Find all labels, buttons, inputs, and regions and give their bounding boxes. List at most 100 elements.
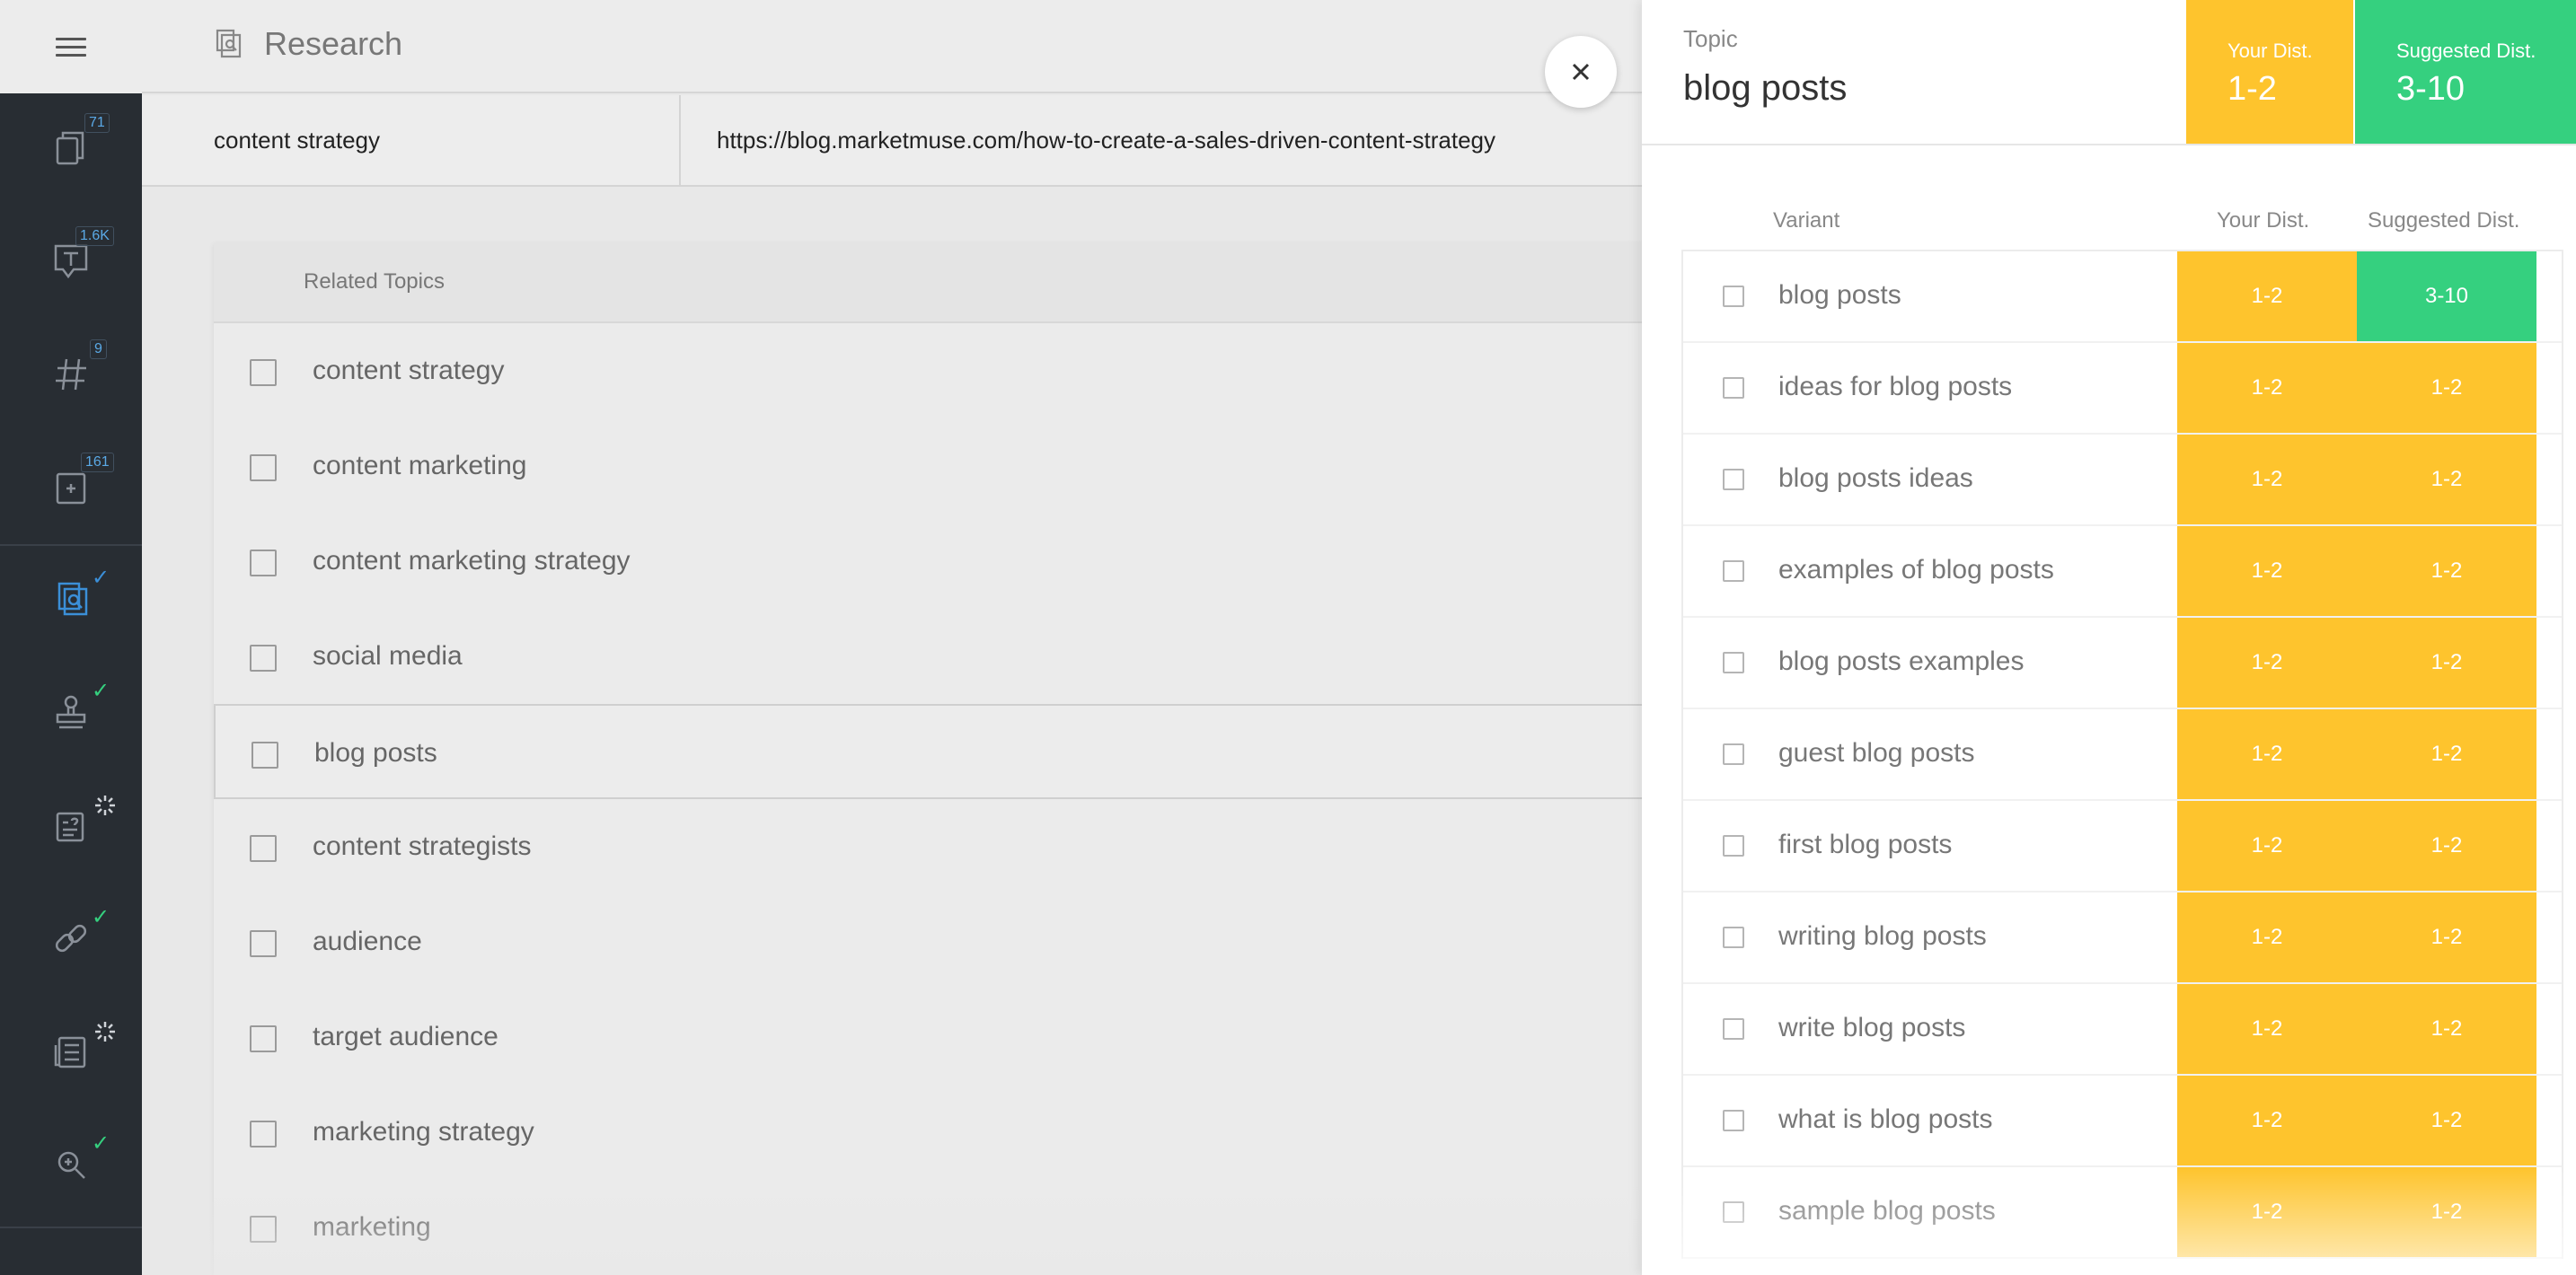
stamp-status-check: ✓ bbox=[92, 679, 110, 703]
variant-label: ideas for blog posts bbox=[1778, 372, 2013, 401]
variant-label: blog posts bbox=[1778, 280, 1901, 310]
topic-row[interactable]: blog posts bbox=[214, 704, 1651, 799]
variant-checkbox[interactable] bbox=[1723, 927, 1744, 948]
topic-row[interactable]: content strategy bbox=[214, 323, 1651, 418]
variant-suggested-dist: 1-2 bbox=[2357, 618, 2536, 708]
variant-your-dist: 1-2 bbox=[2177, 1076, 2357, 1165]
topic-row[interactable]: social media bbox=[214, 609, 1651, 704]
suggested-dist-column-header: Suggested Dist. bbox=[2368, 208, 2520, 233]
topic-row[interactable]: content strategists bbox=[214, 799, 1651, 894]
variant-row[interactable]: ideas for blog posts 1-2 1-2 bbox=[1683, 343, 2562, 435]
variant-label: blog posts ideas bbox=[1778, 463, 1973, 493]
sidebar-item-news[interactable] bbox=[0, 995, 142, 1108]
topic-checkbox[interactable] bbox=[250, 835, 277, 862]
variant-checkbox[interactable] bbox=[1723, 560, 1744, 582]
variant-label: write blog posts bbox=[1778, 1013, 1966, 1042]
variant-checkbox[interactable] bbox=[1723, 652, 1744, 673]
related-topics-card: Related Topics content strategy content m… bbox=[214, 242, 1651, 1275]
variant-checkbox[interactable] bbox=[1723, 835, 1744, 857]
sidebar-item-questions[interactable] bbox=[0, 769, 142, 882]
topic-checkbox[interactable] bbox=[250, 1121, 277, 1148]
sidebar-item-stamp[interactable]: ✓ bbox=[0, 655, 142, 769]
topic-checkbox[interactable] bbox=[250, 550, 277, 576]
variant-label: writing blog posts bbox=[1778, 921, 1987, 951]
sidebar-item-links[interactable]: ✓ bbox=[0, 882, 142, 995]
focus-topic-field[interactable]: content strategy bbox=[214, 95, 380, 185]
variant-row[interactable]: guest blog posts 1-2 1-2 bbox=[1683, 709, 2562, 801]
topic-label: Topic bbox=[1683, 25, 1738, 52]
topic-row[interactable]: content marketing bbox=[214, 418, 1651, 514]
variant-row[interactable]: blog posts 1-2 3-10 bbox=[1683, 251, 2562, 343]
variant-row[interactable]: write blog posts 1-2 1-2 bbox=[1683, 984, 2562, 1076]
sidebar-item-topics[interactable]: 1.6K bbox=[0, 205, 142, 318]
search-analysis-status-check: ✓ bbox=[92, 1131, 110, 1156]
variant-suggested-dist: 1-2 bbox=[2357, 1076, 2536, 1165]
documents-icon bbox=[56, 131, 84, 165]
topic-text-icon bbox=[54, 244, 88, 279]
hashtag-icon bbox=[56, 358, 86, 391]
sidebar-item-documents[interactable]: 71 bbox=[0, 92, 142, 205]
variant-suggested-dist: 1-2 bbox=[2357, 435, 2536, 524]
variant-row[interactable]: blog posts ideas 1-2 1-2 bbox=[1683, 435, 2562, 526]
topic-label: audience bbox=[313, 927, 422, 956]
links-status-check: ✓ bbox=[92, 905, 110, 929]
variant-row[interactable]: blog posts examples 1-2 1-2 bbox=[1683, 618, 2562, 709]
variant-row[interactable]: writing blog posts 1-2 1-2 bbox=[1683, 892, 2562, 984]
topic-row[interactable]: target audience bbox=[214, 989, 1651, 1085]
variant-column-header: Variant bbox=[1773, 208, 1840, 233]
sidebar-item-search-analysis[interactable]: ✓ bbox=[0, 1108, 142, 1221]
panel-scroll-fade bbox=[1642, 1167, 2576, 1275]
topic-checkbox[interactable] bbox=[251, 742, 278, 769]
topic-label: content marketing bbox=[313, 451, 527, 480]
variant-checkbox[interactable] bbox=[1723, 743, 1744, 765]
pages-count-badge: 161 bbox=[81, 453, 114, 472]
topic-row[interactable]: content marketing strategy bbox=[214, 514, 1651, 609]
variants-table: blog posts 1-2 3-10 ideas for blog posts 1-2… bbox=[1681, 250, 2563, 1259]
variant-label: first blog posts bbox=[1778, 830, 1953, 859]
topic-checkbox[interactable] bbox=[250, 359, 277, 386]
your-dist-label: Your Dist. bbox=[2228, 40, 2313, 62]
variant-checkbox[interactable] bbox=[1723, 469, 1744, 490]
topic-detail-panel: Topic blog posts Your Dist. 1-2 Suggeste… bbox=[1642, 0, 2576, 1275]
variant-checkbox[interactable] bbox=[1723, 286, 1744, 307]
your-dist-box: Your Dist. 1-2 bbox=[2186, 0, 2353, 144]
topic-label: target audience bbox=[313, 1022, 498, 1051]
variant-your-dist: 1-2 bbox=[2177, 801, 2357, 891]
related-topics-header-label: Related Topics bbox=[304, 269, 445, 294]
topic-checkbox[interactable] bbox=[250, 454, 277, 481]
sidebar-item-research[interactable]: ✓ bbox=[0, 542, 142, 655]
variant-checkbox[interactable] bbox=[1723, 377, 1744, 399]
variant-suggested-dist: 3-10 bbox=[2357, 251, 2536, 341]
topic-checkbox[interactable] bbox=[250, 930, 277, 957]
url-field[interactable]: https://blog.marketmuse.com/how-to-creat… bbox=[717, 95, 1495, 185]
suggested-dist-value: 3-10 bbox=[2396, 70, 2466, 108]
variant-your-dist: 1-2 bbox=[2177, 984, 2357, 1074]
variant-checkbox[interactable] bbox=[1723, 1018, 1744, 1040]
close-panel-button[interactable] bbox=[1545, 36, 1617, 108]
stamp-icon bbox=[56, 695, 86, 729]
variant-checkbox[interactable] bbox=[1723, 1110, 1744, 1131]
variant-suggested-dist: 1-2 bbox=[2357, 984, 2536, 1074]
topic-checkbox[interactable] bbox=[250, 1025, 277, 1052]
variant-row[interactable]: first blog posts 1-2 1-2 bbox=[1683, 801, 2562, 892]
variant-row[interactable]: examples of blog posts 1-2 1-2 bbox=[1683, 526, 2562, 618]
panel-header: Topic blog posts Your Dist. 1-2 Suggeste… bbox=[1642, 0, 2576, 145]
variant-your-dist: 1-2 bbox=[2177, 251, 2357, 341]
topic-name: blog posts bbox=[1683, 68, 1848, 108]
topic-checkbox[interactable] bbox=[250, 645, 277, 672]
sidebar-item-hashtags[interactable]: 9 bbox=[0, 318, 142, 431]
research-icon bbox=[57, 582, 88, 616]
topic-label: content strategy bbox=[313, 356, 505, 385]
variant-row[interactable]: what is blog posts 1-2 1-2 bbox=[1683, 1076, 2562, 1167]
research-status-check: ✓ bbox=[92, 566, 110, 590]
questions-icon bbox=[56, 812, 84, 842]
your-dist-column-header: Your Dist. bbox=[2217, 208, 2310, 233]
topic-row[interactable]: audience bbox=[214, 894, 1651, 989]
topic-row[interactable]: marketing strategy bbox=[214, 1085, 1651, 1180]
sidebar-item-pages[interactable]: 161 bbox=[0, 431, 142, 544]
menu-button[interactable] bbox=[0, 0, 142, 93]
variant-your-dist: 1-2 bbox=[2177, 618, 2357, 708]
hashtags-count-badge: 9 bbox=[90, 339, 107, 359]
variant-suggested-dist: 1-2 bbox=[2357, 801, 2536, 891]
variant-suggested-dist: 1-2 bbox=[2357, 343, 2536, 433]
